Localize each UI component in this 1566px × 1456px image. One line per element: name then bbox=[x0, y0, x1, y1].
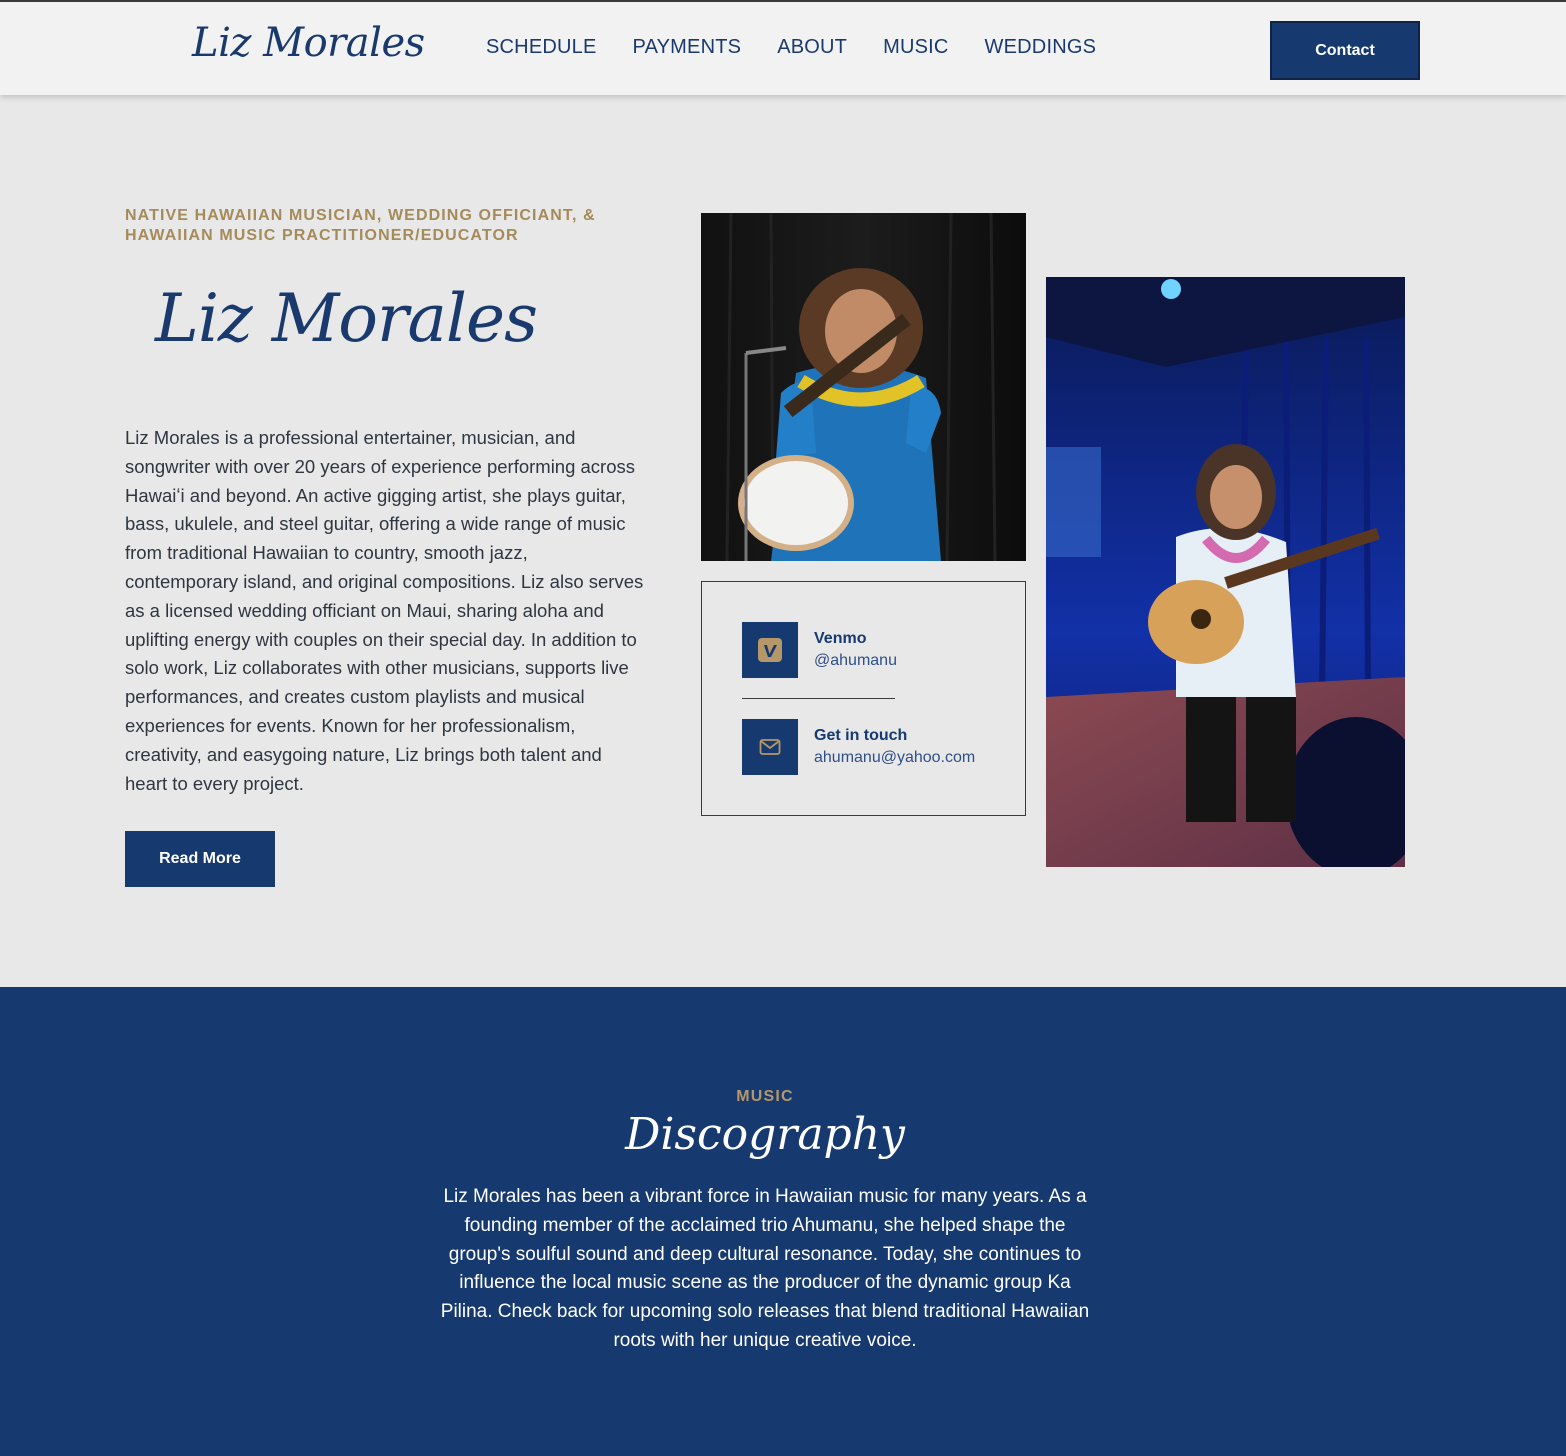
hero-title: Liz Morales bbox=[155, 280, 538, 357]
venmo-handle[interactable]: @ahumanu bbox=[814, 650, 897, 672]
nav-weddings[interactable]: WEDDINGS bbox=[985, 36, 1097, 59]
performer-photo-stage bbox=[701, 213, 1026, 561]
music-description: Liz Morales has been a vibrant force in … bbox=[440, 1186, 1090, 1351]
email-address[interactable]: ahumanu@yahoo.com bbox=[814, 747, 975, 769]
music-eyebrow: MUSIC bbox=[736, 1088, 794, 1105]
mail-icon bbox=[759, 739, 781, 755]
card-divider bbox=[742, 698, 895, 699]
site-header: Liz Morales SCHEDULE PAYMENTS ABOUT MUSI… bbox=[0, 0, 1566, 95]
music-section: MUSIC Discography Liz Morales has been a… bbox=[0, 987, 1566, 1456]
performer-photo-blue-stage bbox=[1046, 277, 1405, 867]
hero-eyebrow: NATIVE HAWAIIAN MUSICIAN, WEDDING OFFICI… bbox=[125, 207, 596, 244]
read-more-button[interactable]: Read More bbox=[125, 831, 275, 887]
music-title: Discography bbox=[625, 1109, 905, 1160]
venmo-text: Venmo @ahumanu bbox=[814, 628, 897, 672]
venmo-row[interactable]: Venmo @ahumanu bbox=[742, 622, 897, 678]
venmo-icon bbox=[758, 638, 782, 662]
hero-bio: Liz Morales is a professional entertaine… bbox=[125, 427, 644, 794]
email-label: Get in touch bbox=[814, 727, 908, 744]
nav-music[interactable]: MUSIC bbox=[883, 36, 948, 59]
nav-payments[interactable]: PAYMENTS bbox=[633, 36, 742, 59]
email-text: Get in touch ahumanu@yahoo.com bbox=[814, 725, 975, 769]
contact-button[interactable]: Contact bbox=[1270, 21, 1420, 80]
venmo-label: Venmo bbox=[814, 630, 867, 647]
nav-schedule[interactable]: SCHEDULE bbox=[486, 36, 597, 59]
site-logo[interactable]: Liz Morales bbox=[192, 20, 425, 66]
main-nav: SCHEDULE PAYMENTS ABOUT MUSIC WEDDINGS bbox=[486, 36, 1096, 59]
venmo-icon-box bbox=[742, 622, 798, 678]
nav-about[interactable]: ABOUT bbox=[777, 36, 847, 59]
email-row[interactable]: Get in touch ahumanu@yahoo.com bbox=[742, 719, 975, 775]
mail-icon-box bbox=[742, 719, 798, 775]
contact-card: Venmo @ahumanu Get in touch ahumanu@yaho… bbox=[701, 581, 1026, 816]
